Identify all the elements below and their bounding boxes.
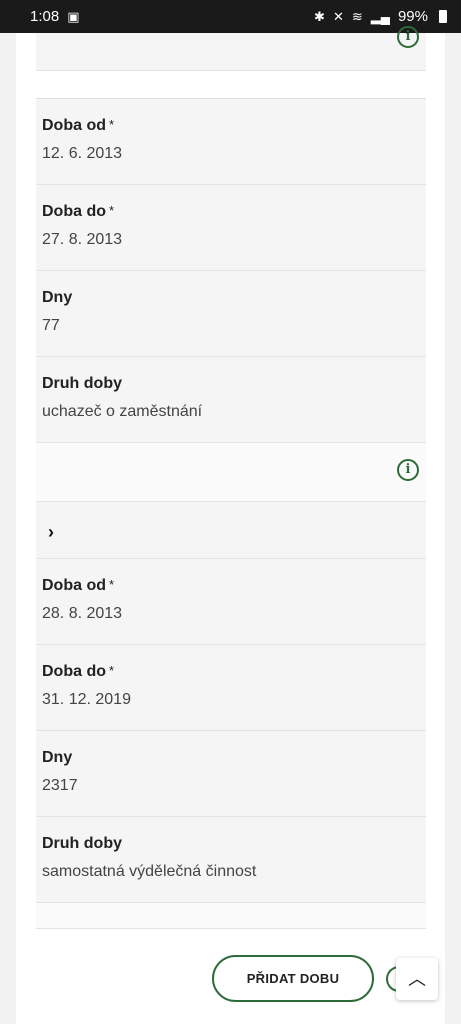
bluetooth-icon: ✱ [314, 8, 325, 24]
required-marker: * [109, 203, 115, 218]
status-time: 1:08 [30, 8, 60, 25]
battery-percent: 99% [397, 8, 428, 25]
field-value: 2317 [42, 777, 78, 794]
wifi-icon: ≋ [351, 8, 363, 24]
field-value: samostatná výdělečná činnost [42, 863, 257, 880]
field-label: Doba od [42, 117, 106, 134]
field-value: 31. 12. 2019 [42, 691, 131, 708]
field-label: Dny [42, 289, 73, 306]
field-label: Doba do [42, 203, 106, 220]
field-label: Doba do [42, 663, 106, 680]
battery-icon [439, 10, 447, 23]
field-druh-doby: Druh doby uchazeč o zaměstnání [36, 357, 426, 443]
previous-record-footer [36, 33, 426, 71]
field-dny: Dny 2317 [36, 731, 426, 817]
field-doba-od: Doba od * 28. 8. 2013 [36, 559, 426, 645]
field-doba-od: Doba od * 12. 6. 2013 [36, 99, 426, 185]
field-value: 12. 6. 2013 [42, 145, 123, 162]
required-marker: * [109, 663, 115, 678]
add-period-button[interactable]: PŘIDAT DOBU [212, 955, 374, 1002]
required-marker: * [109, 577, 115, 592]
record-footer [36, 903, 426, 929]
image-notification-icon: ▣ [67, 8, 80, 24]
field-label: Druh doby [42, 375, 122, 392]
field-value: 77 [42, 317, 60, 334]
field-label: Druh doby [42, 835, 122, 852]
info-icon[interactable]: i [397, 459, 419, 481]
scroll-to-top-button[interactable]: ︿ [396, 958, 438, 1000]
record-header[interactable] [36, 502, 426, 559]
field-label: Doba od [42, 577, 106, 594]
field-druh-doby: Druh doby samostatná výdělečná činnost [36, 817, 426, 903]
mute-icon: ✕ [332, 8, 344, 24]
signal-icon: ▂▄ [370, 8, 390, 24]
chevron-right-icon[interactable]: › [48, 522, 54, 543]
field-dny: Dny 77 [36, 271, 426, 357]
status-bar: 1:08 ▣ ✱ ✕ ≋ ▂▄ 99% [0, 0, 461, 33]
field-value: 27. 8. 2013 [42, 231, 123, 248]
field-doba-do: Doba do * 27. 8. 2013 [36, 185, 426, 271]
info-icon[interactable]: i [397, 26, 419, 48]
field-label: Dny [42, 749, 73, 766]
record-footer [36, 443, 426, 502]
field-value: 28. 8. 2013 [42, 605, 123, 622]
chevron-up-icon: ︿ [408, 969, 426, 989]
field-value: uchazeč o zaměstnání [42, 403, 203, 420]
field-doba-do: Doba do * 31. 12. 2019 [36, 645, 426, 731]
required-marker: * [109, 117, 115, 132]
